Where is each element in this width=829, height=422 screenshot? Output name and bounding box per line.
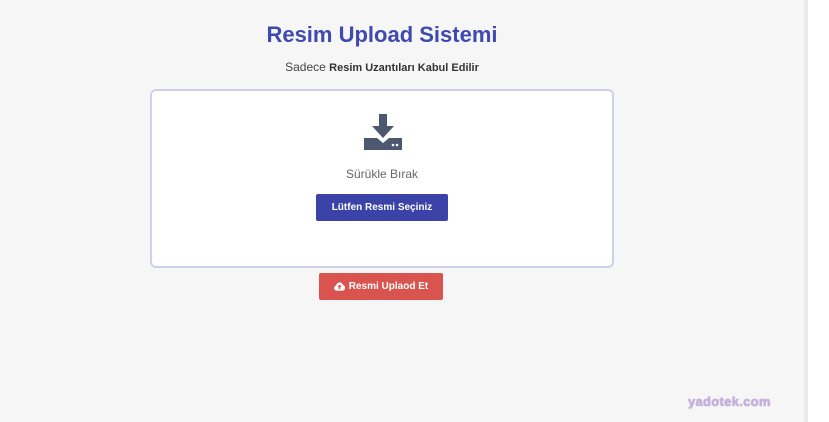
cloud-upload-icon [333,282,345,291]
scrollbar[interactable] [804,0,808,422]
download-icon [364,114,402,150]
upload-button-label: Resmi Uplaod Et [348,281,429,292]
page-title: Resim Upload Sistemi [266,22,498,47]
page-subtitle: Sadece Resim Uzantıları Kabul Edilir [0,60,764,74]
upload-image-button[interactable]: Resmi Uplaod Et [319,273,443,300]
subtitle-accepted-types: Resim Uzantıları Kabul Edilir [329,62,479,74]
drop-instruction: Sürükle Bırak [345,167,419,181]
watermark: yadotek.com [688,394,771,409]
drop-zone[interactable]: Sürükle Bırak Lütfen Resmi Seçiniz [150,89,614,268]
subtitle-prefix: Sadece [285,60,326,74]
page: Resim Upload Sistemi Sadece Resim Uzantı… [0,0,804,422]
select-image-button[interactable]: Lütfen Resmi Seçiniz [316,194,448,221]
